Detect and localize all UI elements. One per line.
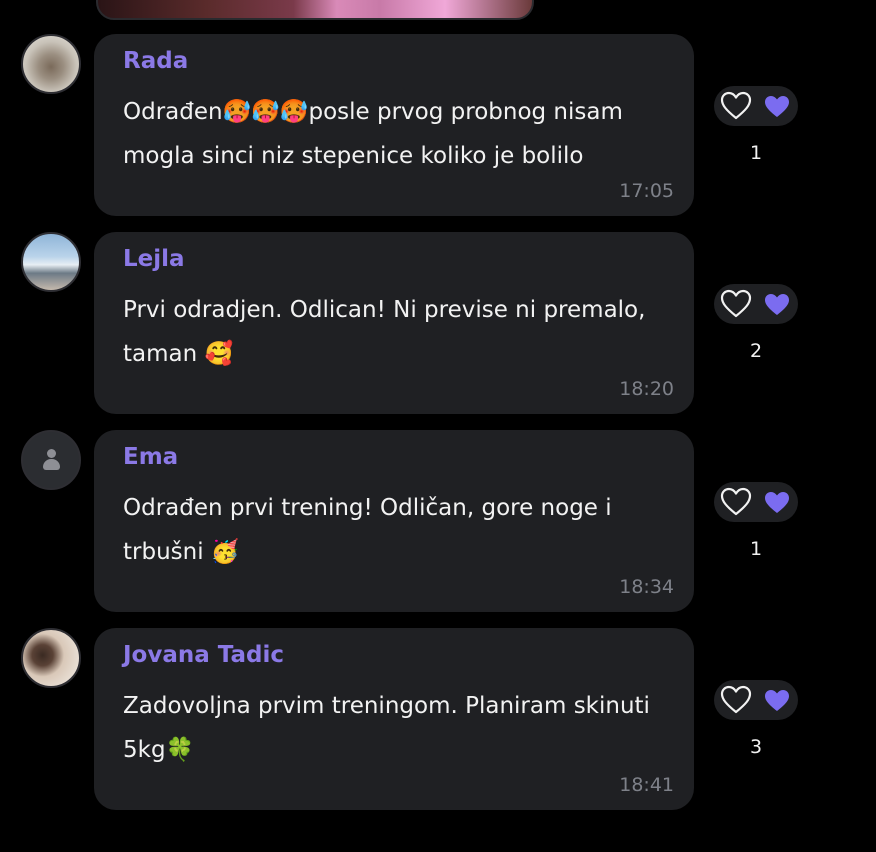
- author-name[interactable]: Ema: [123, 444, 178, 470]
- avatar[interactable]: [21, 430, 81, 490]
- chat-message: Rada Odrađen🥵🥵🥵posle prvog probnog nisam…: [0, 34, 876, 216]
- chat-message: Ema Odrađen prvi trening! Odličan, gore …: [0, 430, 876, 612]
- heart-outline-icon[interactable]: [720, 487, 752, 517]
- reaction-count: 3: [749, 736, 763, 758]
- reaction-pill[interactable]: [714, 680, 798, 720]
- heart-icon[interactable]: [764, 95, 790, 118]
- reaction-count: 1: [749, 538, 763, 560]
- message-timestamp: 18:41: [619, 774, 674, 796]
- avatar[interactable]: [21, 34, 81, 94]
- previous-message-image[interactable]: [96, 0, 534, 20]
- reaction-count: 2: [749, 340, 763, 362]
- heart-outline-icon[interactable]: [720, 289, 752, 319]
- message-line: taman 🥰: [123, 341, 234, 367]
- message-bubble[interactable]: Lejla Prvi odradjen. Odlican! Ni previse…: [94, 232, 694, 414]
- message-line: 5kg🍀: [123, 737, 195, 763]
- author-name[interactable]: Rada: [123, 48, 188, 74]
- reaction-pill[interactable]: [714, 482, 798, 522]
- author-name[interactable]: Jovana Tadic: [123, 642, 284, 668]
- message-bubble[interactable]: Rada Odrađen🥵🥵🥵posle prvog probnog nisam…: [94, 34, 694, 216]
- message-text: Odrađen🥵🥵🥵posle prvog probnog nisam mogl…: [123, 90, 683, 178]
- message-text: Prvi odradjen. Odlican! Ni previse ni pr…: [123, 288, 683, 376]
- message-timestamp: 17:05: [619, 180, 674, 202]
- avatar[interactable]: [21, 232, 81, 292]
- message-line: Zadovoljna prvim treningom. Planiram ski…: [123, 693, 650, 719]
- message-text: Zadovoljna prvim treningom. Planiram ski…: [123, 684, 683, 772]
- heart-icon[interactable]: [764, 491, 790, 514]
- heart-outline-icon[interactable]: [720, 91, 752, 121]
- message-bubble[interactable]: Jovana Tadic Zadovoljna prvim treningom.…: [94, 628, 694, 810]
- message-line: Odrađen🥵🥵🥵posle prvog probnog nisam: [123, 99, 623, 125]
- reaction-count: 1: [749, 142, 763, 164]
- chat-message: Lejla Prvi odradjen. Odlican! Ni previse…: [0, 232, 876, 414]
- message-text: Odrađen prvi trening! Odličan, gore noge…: [123, 486, 683, 574]
- message-line: Prvi odradjen. Odlican! Ni previse ni pr…: [123, 297, 646, 323]
- author-name[interactable]: Lejla: [123, 246, 185, 272]
- heart-icon[interactable]: [764, 689, 790, 712]
- message-line: Odrađen prvi trening! Odličan, gore noge…: [123, 495, 612, 521]
- message-bubble[interactable]: Ema Odrađen prvi trening! Odličan, gore …: [94, 430, 694, 612]
- chat-message: Jovana Tadic Zadovoljna prvim treningom.…: [0, 628, 876, 810]
- heart-outline-icon[interactable]: [720, 685, 752, 715]
- heart-icon[interactable]: [764, 293, 790, 316]
- message-timestamp: 18:20: [619, 378, 674, 400]
- avatar[interactable]: [21, 628, 81, 688]
- reaction-pill[interactable]: [714, 284, 798, 324]
- message-line: trbušni 🥳: [123, 539, 240, 565]
- message-timestamp: 18:34: [619, 576, 674, 598]
- message-line: mogla sinci niz stepenice koliko je boli…: [123, 143, 584, 169]
- reaction-pill[interactable]: [714, 86, 798, 126]
- person-icon: [41, 449, 61, 471]
